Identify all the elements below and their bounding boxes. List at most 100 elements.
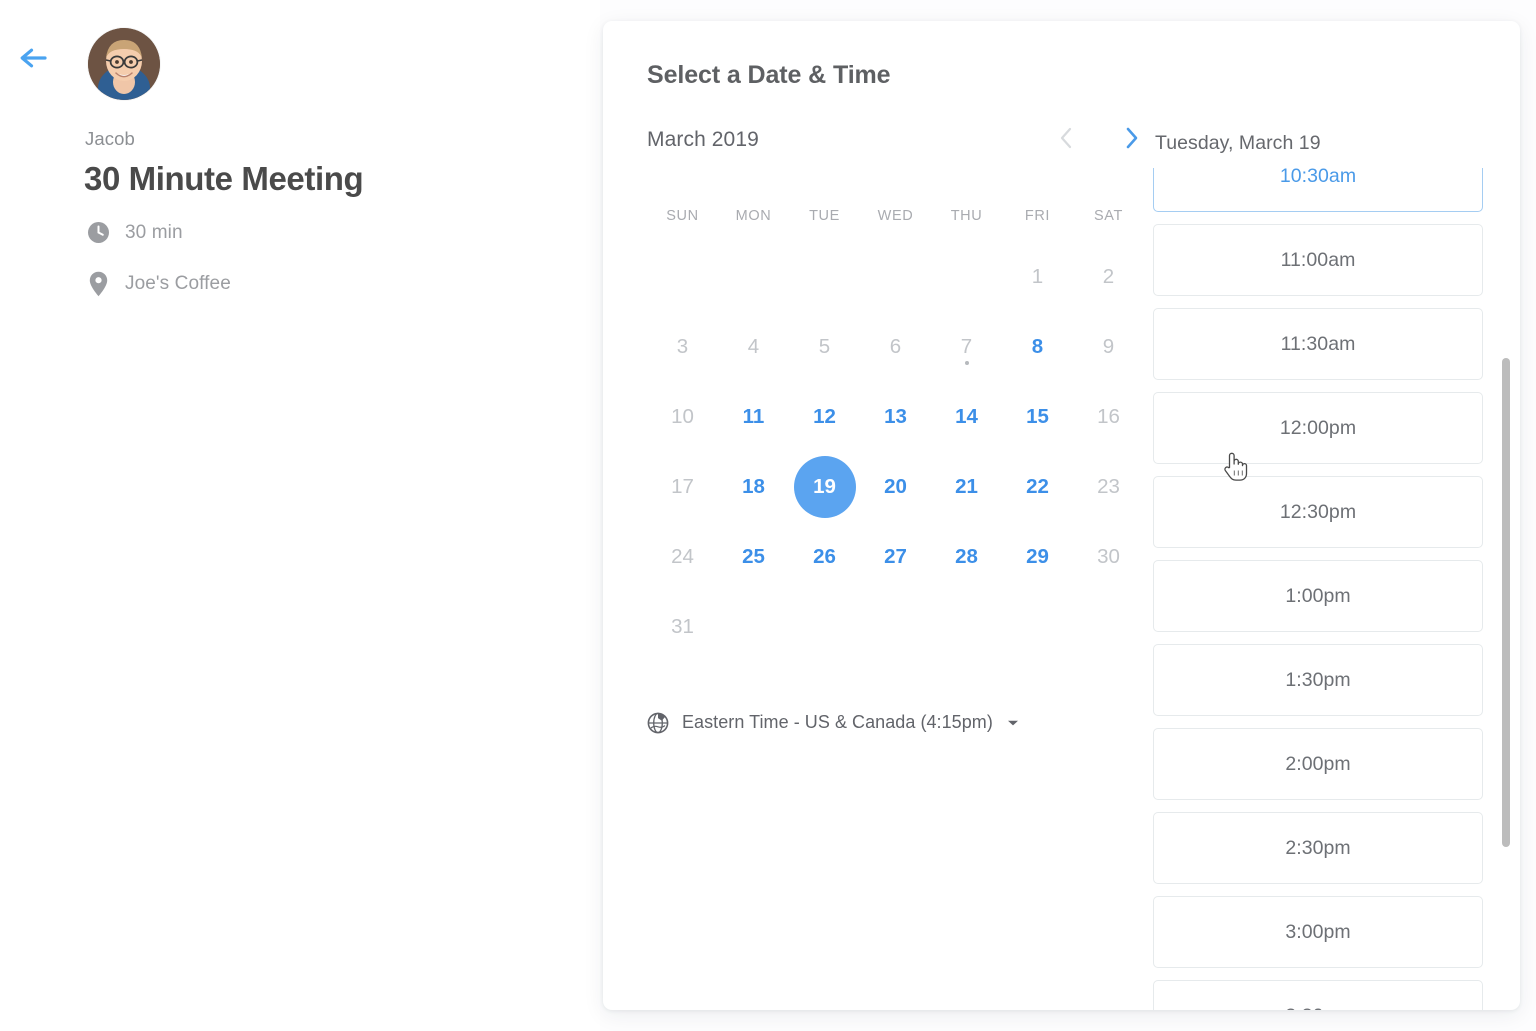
time-slot-3:30pm[interactable]: 3:30pm [1153, 980, 1483, 1010]
calendar-days-grid: 1 2 3 4 5 6 7 8 9 10 11 12 13 14 15 16 17 18 19 20 21 22 23 24 2… [647, 242, 1147, 662]
calendar-day-13[interactable]: 13 [860, 382, 931, 452]
calendar-day-27[interactable]: 27 [860, 522, 931, 592]
calendar-day-2: 2 [1073, 242, 1144, 312]
day-header-thu: THU [950, 208, 983, 224]
today-indicator-dot [964, 361, 969, 365]
next-month-button[interactable] [1117, 122, 1147, 156]
calendar-day-16: 16 [1073, 382, 1144, 452]
calendar-day-23: 23 [1073, 452, 1144, 522]
calendar-day-number: 25 [742, 544, 765, 568]
calendar-day-14[interactable]: 14 [931, 382, 1002, 452]
calendar-day-1: 1 [1002, 242, 1073, 312]
calendar-day-26[interactable]: 26 [789, 522, 860, 592]
calendar-day-number: 16 [1097, 404, 1120, 428]
calendar-day-4: 4 [718, 312, 789, 382]
time-slot-label: 10:30am [1279, 168, 1357, 187]
calendar-day-20[interactable]: 20 [860, 452, 931, 522]
calendar-day-number: 28 [955, 544, 978, 568]
calendar-day-11[interactable]: 11 [718, 382, 789, 452]
timezone-selector[interactable]: Eastern Time - US & Canada (4:15pm) [645, 709, 1019, 736]
avatar [88, 28, 160, 100]
calendar-day-number: 9 [1102, 334, 1115, 358]
time-slot-label: 1:00pm [1285, 584, 1351, 607]
event-duration: 30 min [86, 219, 183, 246]
calendar-day-number: 10 [671, 404, 694, 428]
time-slot-2:30pm[interactable]: 2:30pm [1153, 812, 1483, 884]
globe-icon [645, 709, 670, 736]
calendar-day-number: 3 [676, 334, 689, 358]
time-slot-10:30am[interactable]: 10:30am [1153, 168, 1483, 212]
previous-month-button[interactable] [1051, 122, 1081, 156]
calendar-day-22[interactable]: 22 [1002, 452, 1073, 522]
calendar-day-9: 9 [1073, 312, 1144, 382]
calendar-navigation [1051, 122, 1147, 156]
calendar-day-7: 7 [931, 312, 1002, 382]
time-slots-viewport: 10:30am 11:00am 11:30am 12:00pm 12:30pm 1:00p… [1153, 168, 1520, 1010]
calendar-day-17: 17 [647, 452, 718, 522]
calendar-day-number: 19 [813, 474, 836, 498]
calendar-day-number: 23 [1097, 474, 1120, 498]
calendar-day-number: 2 [1102, 264, 1115, 288]
time-slot-label: 2:00pm [1285, 752, 1351, 775]
calendar-day-headers: SUN MON TUE WED THU FRI SAT [647, 208, 1147, 224]
chevron-right-icon [1125, 127, 1139, 152]
calendar-day-24: 24 [647, 522, 718, 592]
calendar-day-number: 11 [742, 404, 765, 428]
calendar-day-number: 14 [955, 404, 978, 428]
calendar-day-number: 27 [884, 544, 907, 568]
time-slot-label: 12:30pm [1279, 500, 1357, 523]
calendar-day-12[interactable]: 12 [789, 382, 860, 452]
calendar-day-blank [789, 242, 860, 312]
time-slot-label: 3:00pm [1285, 920, 1351, 943]
time-slot-label: 3:30pm [1285, 1005, 1350, 1011]
calendar-day-blank [647, 242, 718, 312]
selected-date-label: Tuesday, March 19 [1155, 132, 1321, 154]
scheduling-page: Jacob 30 Minute Meeting 30 min Joe's Cof… [0, 0, 1536, 1031]
calendar-day-25[interactable]: 25 [718, 522, 789, 592]
calendar-day-28[interactable]: 28 [931, 522, 1002, 592]
arrow-left-icon [18, 46, 50, 70]
calendar-day-number: 5 [818, 334, 831, 358]
time-slot-11:30am[interactable]: 11:30am [1153, 308, 1483, 380]
time-slot-label: 12:00pm [1279, 416, 1357, 439]
time-slot-11:00am[interactable]: 11:00am [1153, 224, 1483, 296]
calendar-day-number: 7 [960, 334, 973, 358]
calendar-day-number: 12 [813, 404, 836, 428]
calendar-day-number: 15 [1026, 404, 1049, 428]
calendar-day-number: 6 [889, 334, 902, 358]
calendar-day-6: 6 [860, 312, 931, 382]
event-duration-label: 30 min [125, 221, 183, 243]
calendar-day-number: 26 [813, 544, 836, 568]
calendar-day-29[interactable]: 29 [1002, 522, 1073, 592]
calendar-day-21[interactable]: 21 [931, 452, 1002, 522]
time-slot-label: 11:30am [1280, 332, 1356, 355]
calendar-day-18[interactable]: 18 [718, 452, 789, 522]
time-slots-panel: Tuesday, March 19 10:30am 11:00am 11:30am 1… [1153, 21, 1520, 1010]
time-slot-12:30pm[interactable]: 12:30pm [1153, 476, 1483, 548]
calendar-header: March 2019 [647, 122, 1147, 164]
calendar-day-5: 5 [789, 312, 860, 382]
page-title: Select a Date & Time [647, 61, 891, 89]
time-slot-3:00pm[interactable]: 3:00pm [1153, 896, 1483, 968]
time-slot-label: 2:30pm [1285, 836, 1351, 859]
calendar-day-number: 13 [884, 404, 907, 428]
back-button[interactable] [14, 38, 54, 78]
day-header-tue: TUE [809, 208, 840, 224]
time-slot-12:00pm[interactable]: 12:00pm [1153, 392, 1483, 464]
calendar-day-number: 4 [747, 334, 760, 358]
time-slot-1:30pm[interactable]: 1:30pm [1153, 644, 1483, 716]
calendar-day-31: 31 [647, 592, 718, 662]
time-slot-1:00pm[interactable]: 1:00pm [1153, 560, 1483, 632]
event-title: 30 Minute Meeting [84, 160, 364, 197]
calendar-day-number: 30 [1097, 544, 1120, 568]
calendar-day-19[interactable]: 19 [789, 452, 860, 522]
calendar-day-15[interactable]: 15 [1002, 382, 1073, 452]
day-header-sat: SAT [1094, 208, 1123, 224]
time-slot-2:00pm[interactable]: 2:00pm [1153, 728, 1483, 800]
calendar-day-number: 21 [955, 474, 978, 498]
calendar-day-number: 8 [1031, 334, 1044, 358]
calendar-day-30: 30 [1073, 522, 1144, 592]
calendar-day-8[interactable]: 8 [1002, 312, 1073, 382]
map-pin-icon [86, 270, 111, 297]
chevron-left-icon [1059, 127, 1073, 152]
